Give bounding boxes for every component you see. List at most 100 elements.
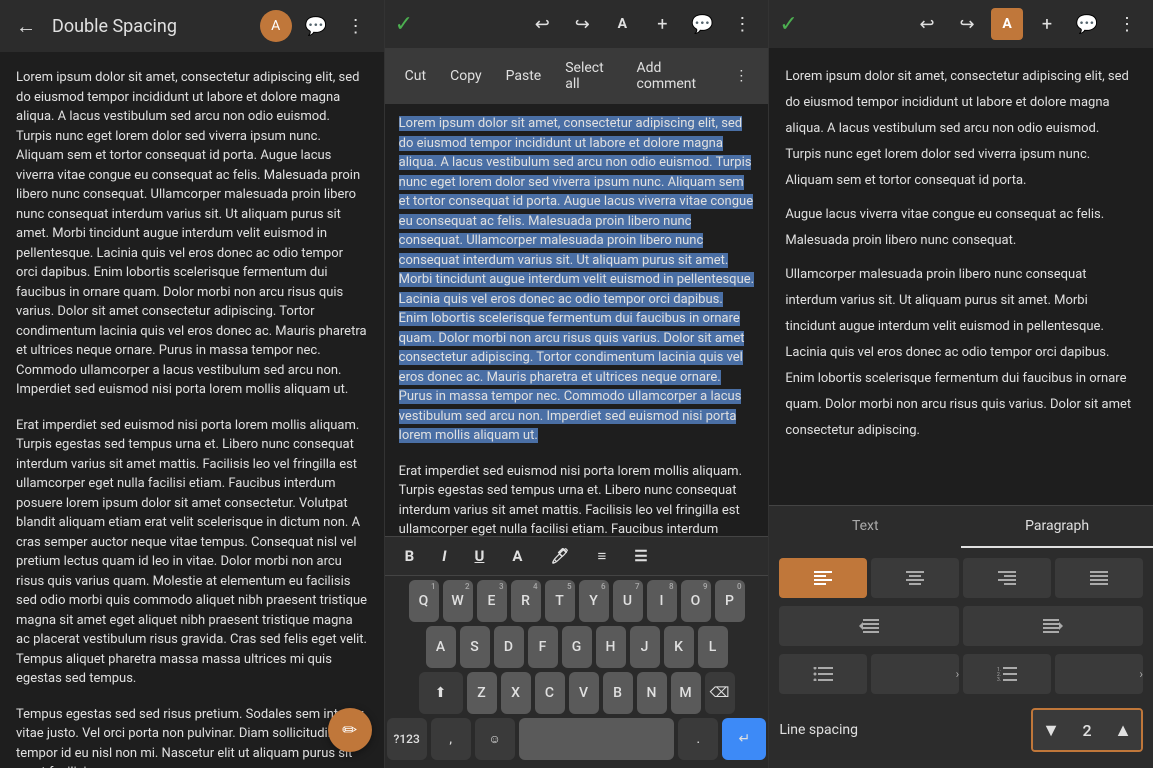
- more-icon-p2[interactable]: ⋮: [726, 8, 758, 40]
- add-comment-button[interactable]: Add comment: [627, 54, 721, 98]
- comma-key[interactable]: ,: [431, 718, 471, 760]
- line-spacing-decrease-btn[interactable]: ▼: [1033, 710, 1069, 750]
- bullet-list-chevron[interactable]: ›: [871, 654, 959, 694]
- delete-key[interactable]: ⌫: [705, 672, 735, 714]
- text-paragraph-3: Tempus egestas sed sed risus pretium. So…: [16, 705, 368, 768]
- panel2-topbar: ✓ ↩ ↪ A + 💬 ⋮: [385, 0, 769, 48]
- panel2-selected-text: Lorem ipsum dolor sit amet, consectetur …: [399, 114, 755, 446]
- space-key[interactable]: [519, 718, 675, 760]
- key-e[interactable]: 3E: [477, 580, 507, 622]
- redo-icon[interactable]: ↪: [566, 8, 598, 40]
- tab-text[interactable]: Text: [769, 506, 961, 548]
- align-button[interactable]: ≡: [590, 543, 615, 569]
- more-icon[interactable]: ⋮: [340, 10, 372, 42]
- p3-add-icon[interactable]: +: [1031, 8, 1063, 40]
- num-key[interactable]: ?123: [387, 718, 427, 760]
- key-f[interactable]: F: [528, 626, 558, 668]
- key-a[interactable]: A: [426, 626, 456, 668]
- key-m[interactable]: M: [671, 672, 701, 714]
- key-w[interactable]: 2W: [443, 580, 473, 622]
- back-icon[interactable]: ←: [12, 10, 40, 43]
- comment-icon-p2[interactable]: 💬: [686, 8, 718, 40]
- bold-button[interactable]: B: [397, 543, 423, 569]
- comment-icon[interactable]: 💬: [300, 10, 332, 42]
- add-icon[interactable]: +: [646, 8, 678, 40]
- line-spacing-increase-btn[interactable]: ▲: [1105, 710, 1141, 750]
- period-key[interactable]: .: [678, 718, 718, 760]
- undo-icon[interactable]: ↩: [526, 8, 558, 40]
- check-icon[interactable]: ✓: [395, 12, 413, 37]
- tab-paragraph[interactable]: Paragraph: [961, 506, 1153, 548]
- panel2-text-area[interactable]: Lorem ipsum dolor sit amet, consectetur …: [385, 104, 769, 536]
- key-p[interactable]: 0P: [715, 580, 745, 622]
- panel3-topbar: ✓ ↩ ↪ A + 💬 ⋮: [769, 0, 1153, 48]
- keyboard-row-2: A S D F G H J K L: [387, 626, 767, 668]
- indent-decrease-btn[interactable]: [779, 606, 959, 646]
- keyboard-row-4: ?123 , ☺ . ↵: [387, 718, 767, 760]
- key-o[interactable]: 9O: [681, 580, 711, 622]
- key-h[interactable]: H: [596, 626, 626, 668]
- key-k[interactable]: K: [664, 626, 694, 668]
- format-toolbar: B I U A 🖊 ≡ ☰: [385, 536, 769, 576]
- keyboard-row-1: 1Q 2W 3E 4R 5T 6Y 7U 8I 9O 0P: [387, 580, 767, 622]
- p3-check-icon[interactable]: ✓: [779, 12, 797, 37]
- key-n[interactable]: N: [637, 672, 667, 714]
- key-q[interactable]: 1Q: [409, 580, 439, 622]
- key-c[interactable]: C: [535, 672, 565, 714]
- key-d[interactable]: D: [494, 626, 524, 668]
- align-center-btn[interactable]: [871, 558, 959, 598]
- italic-button[interactable]: I: [434, 543, 454, 569]
- key-x[interactable]: X: [501, 672, 531, 714]
- context-more-icon[interactable]: ⋮: [724, 62, 758, 90]
- key-r[interactable]: 4R: [511, 580, 541, 622]
- key-j[interactable]: J: [630, 626, 660, 668]
- bullet-list-btn[interactable]: [779, 654, 867, 694]
- edit-fab[interactable]: ✏: [328, 708, 372, 752]
- indent-increase-btn[interactable]: [963, 606, 1143, 646]
- key-l[interactable]: L: [698, 626, 728, 668]
- panel3-text-area[interactable]: Lorem ipsum dolor sit amet, consectetur …: [769, 48, 1153, 505]
- key-s[interactable]: S: [460, 626, 490, 668]
- align-justify-btn[interactable]: [1055, 558, 1143, 598]
- panel1-text-area[interactable]: Lorem ipsum dolor sit amet, consectetur …: [0, 52, 384, 768]
- align-right-btn[interactable]: [963, 558, 1051, 598]
- line-spacing-row: Line spacing ▼ 2 ▲: [779, 702, 1143, 758]
- shift-key[interactable]: ⬆: [419, 672, 463, 714]
- enter-key[interactable]: ↵: [722, 718, 766, 760]
- underline-button[interactable]: U: [467, 543, 493, 569]
- p3-text-format-icon[interactable]: A: [991, 8, 1023, 40]
- p3-more-icon[interactable]: ⋮: [1111, 8, 1143, 40]
- key-b[interactable]: B: [603, 672, 633, 714]
- highlight-button[interactable]: 🖊: [542, 543, 577, 569]
- key-u[interactable]: 7U: [613, 580, 643, 622]
- emoji-key[interactable]: ☺: [475, 718, 515, 760]
- key-t[interactable]: 5T: [545, 580, 575, 622]
- p3-comment-icon[interactable]: 💬: [1071, 8, 1103, 40]
- key-y[interactable]: 6Y: [579, 580, 609, 622]
- p3-text-block-3: Ullamcorper malesuada proin libero nunc …: [785, 262, 1137, 444]
- cut-button[interactable]: Cut: [395, 62, 436, 90]
- panel-2: ✓ ↩ ↪ A + 💬 ⋮ Cut Copy Paste Select all …: [385, 0, 770, 768]
- numbered-list-chevron[interactable]: ›: [1055, 654, 1143, 694]
- line-spacing-label: Line spacing: [779, 722, 1031, 738]
- avatar[interactable]: A: [260, 10, 292, 42]
- key-z[interactable]: Z: [467, 672, 497, 714]
- key-i[interactable]: 8I: [647, 580, 677, 622]
- align-left-btn[interactable]: [779, 558, 867, 598]
- list-button[interactable]: ☰: [626, 543, 655, 569]
- numbered-list-btn[interactable]: 1. 2. 3.: [963, 654, 1051, 694]
- copy-button[interactable]: Copy: [440, 62, 492, 90]
- paste-button[interactable]: Paste: [496, 62, 552, 90]
- p3-redo-icon[interactable]: ↪: [951, 8, 983, 40]
- select-all-button[interactable]: Select all: [555, 54, 622, 98]
- panel1-content: Lorem ipsum dolor sit amet, consectetur …: [0, 52, 384, 768]
- panel1-topbar: ← Double Spacing A 💬 ⋮: [0, 0, 384, 52]
- key-g[interactable]: G: [562, 626, 592, 668]
- text-format-icon[interactable]: A: [606, 8, 638, 40]
- panel-3: ✓ ↩ ↪ A + 💬 ⋮ Lorem ipsum dolor sit amet…: [769, 0, 1153, 768]
- keyboard-row-3: ⬆ Z X C V B N M ⌫: [387, 672, 767, 714]
- font-color-button[interactable]: A: [504, 543, 530, 569]
- svg-text:3.: 3.: [997, 677, 1001, 681]
- p3-undo-icon[interactable]: ↩: [911, 8, 943, 40]
- key-v[interactable]: V: [569, 672, 599, 714]
